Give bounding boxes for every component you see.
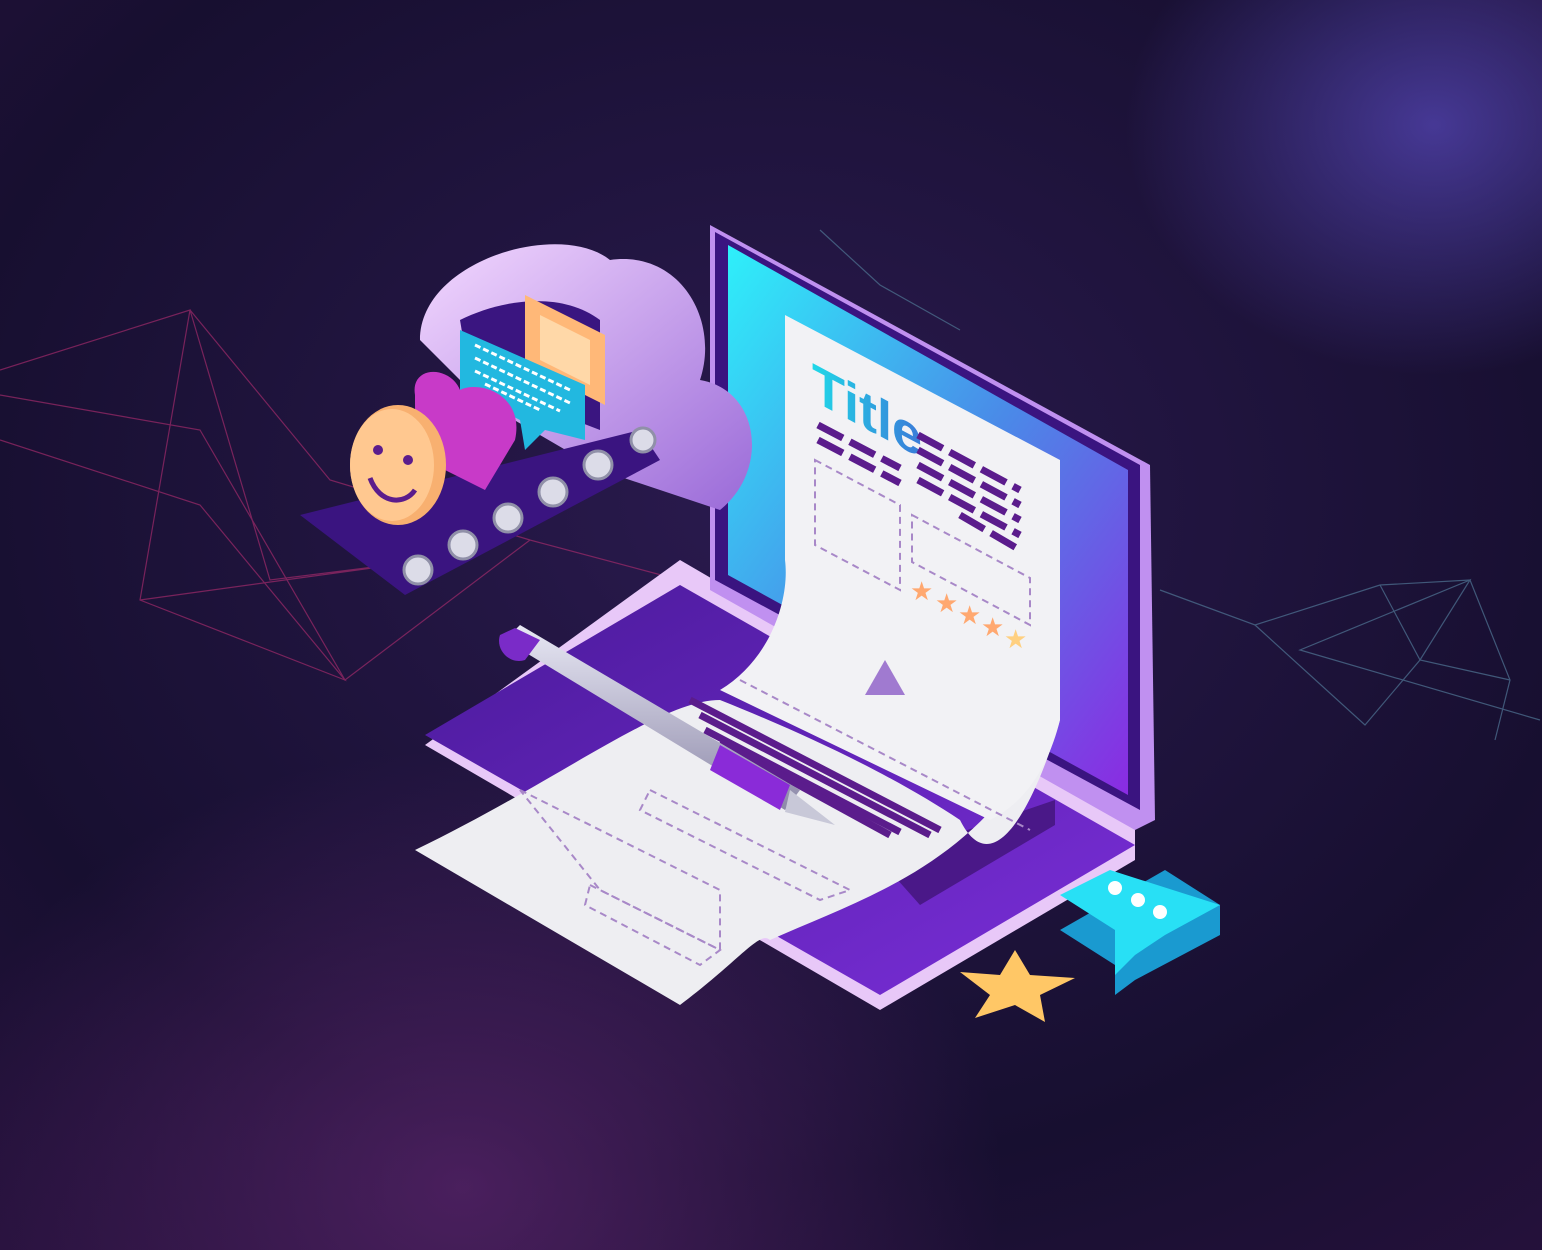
star-icon: ★ bbox=[935, 588, 958, 618]
star-icon: ★ bbox=[981, 612, 1004, 642]
illustration-scene: Title ★ ★ ★ ★ ★ bbox=[0, 0, 1542, 1250]
smiley-icon bbox=[350, 405, 446, 525]
star-icon: ★ bbox=[958, 600, 981, 630]
star-icon: ★ bbox=[910, 576, 933, 606]
star-icon: ★ bbox=[1004, 624, 1027, 654]
